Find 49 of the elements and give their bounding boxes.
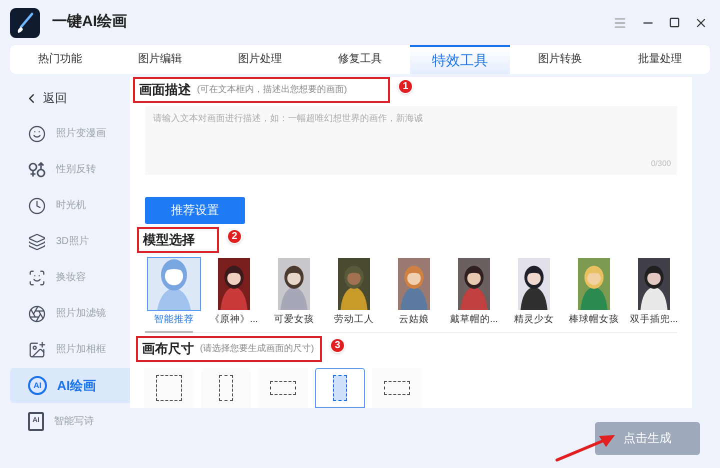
aspect-shape-icon <box>219 375 233 401</box>
tab[interactable]: 批量处理 <box>610 45 710 74</box>
section-title: 画布尺寸 <box>142 340 194 358</box>
section-hint: (可在文本框内，描述出您想要的画面) <box>197 83 347 96</box>
model-option[interactable]: 双手插兜... <box>624 256 684 327</box>
tab[interactable]: 图片处理 <box>210 45 310 74</box>
number-marker: 2 <box>227 228 242 244</box>
model-option[interactable]: 精灵少女 <box>504 256 564 327</box>
model-option[interactable]: 劳动工人 <box>324 256 384 327</box>
aspect-shape-icon <box>270 381 296 395</box>
canvas-size-option[interactable] <box>258 368 308 408</box>
recommend-button[interactable]: 推荐设置 <box>145 196 245 224</box>
ai-badge-icon: AI <box>28 376 47 395</box>
canvas-size-option[interactable] <box>144 368 194 408</box>
character-counter: 0/300 <box>650 158 671 170</box>
tab[interactable]: 修复工具 <box>310 45 410 74</box>
sidebar-item[interactable]: AI AI绘画 <box>10 368 130 403</box>
menu-icon[interactable] <box>613 16 627 30</box>
frame-icon <box>28 340 46 358</box>
pointer-arrow <box>555 432 617 462</box>
tab[interactable]: 热门功能 <box>10 45 110 74</box>
aspect-shape-icon <box>333 375 347 401</box>
canvas-size-option[interactable] <box>315 368 365 408</box>
face-icon <box>28 268 46 286</box>
model-option[interactable]: 可爱女孩 <box>264 256 324 327</box>
section-hint: (请选择您要生成画面的尺寸) <box>200 342 314 356</box>
tab[interactable]: 特效工具 <box>410 45 510 74</box>
aspect-shape-icon <box>384 381 410 395</box>
section-title: 画面描述 <box>139 81 191 100</box>
model-option[interactable]: 《原神》... <box>204 256 264 327</box>
back-link[interactable]: 返回 <box>0 86 130 110</box>
tab[interactable]: 图片转换 <box>510 45 610 74</box>
brush-logo-icon <box>10 8 40 38</box>
canvas-size-option[interactable] <box>372 368 422 408</box>
tab[interactable]: 图片编辑 <box>110 45 210 74</box>
number-marker: 3 <box>330 338 345 353</box>
model-option[interactable]: 戴草帽的... <box>444 256 504 327</box>
maximize-icon[interactable] <box>669 17 680 28</box>
window-title: 一键AI绘画 <box>52 12 127 32</box>
filter-icon <box>28 304 46 322</box>
gender-icon <box>28 160 46 178</box>
section-title: 模型选择 <box>143 231 195 249</box>
number-marker: 1 <box>398 79 413 94</box>
layers-icon <box>28 232 46 250</box>
aspect-shape-icon <box>156 375 182 401</box>
clock-icon <box>28 196 46 214</box>
canvas-size-option[interactable] <box>201 368 251 408</box>
model-option[interactable]: 棒球帽女孩 <box>564 256 624 327</box>
model-option[interactable]: 云姑娘 <box>384 256 444 327</box>
